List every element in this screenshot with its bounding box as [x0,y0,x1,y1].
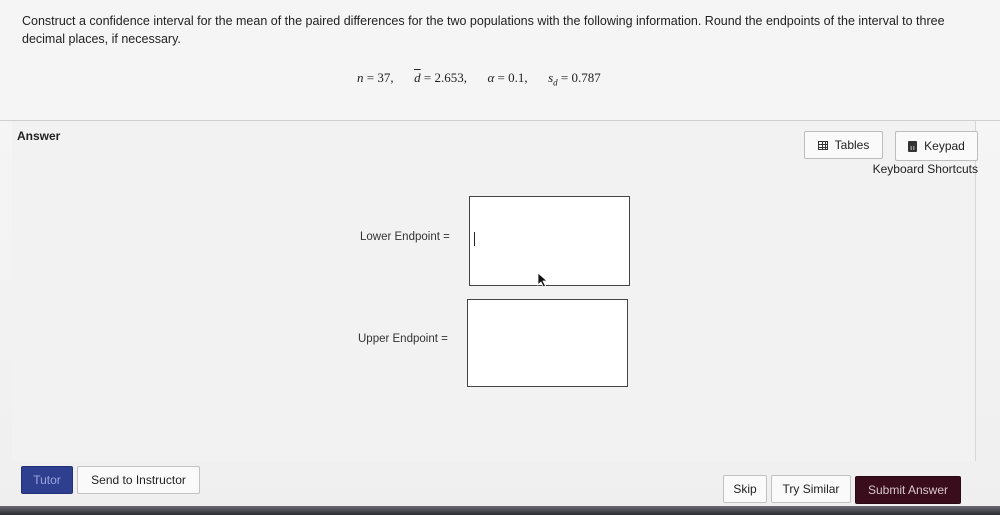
taskbar-edge [0,506,1000,515]
upper-endpoint-label: Upper Endpoint = [358,333,448,345]
n-value: 37 [377,70,391,85]
n-symbol: n [357,70,364,85]
tutor-button[interactable]: Tutor [21,466,73,494]
lower-endpoint-label: Lower Endpoint = [360,231,450,243]
alpha-symbol: α [487,70,495,85]
skip-button[interactable]: Skip [723,475,767,503]
calculator-icon [908,140,918,152]
submit-answer-button[interactable]: Submit Answer [855,476,961,504]
keypad-label: Keypad [924,139,965,153]
keyboard-shortcuts-link[interactable]: Keyboard Shortcuts [862,162,978,176]
question-panel: Construct a confidence interval for the … [0,0,1000,121]
upper-endpoint-input[interactable] [467,299,628,387]
tables-button[interactable]: Tables [804,131,883,159]
lower-endpoint-input[interactable] [469,196,630,286]
mouse-pointer-icon [537,272,549,288]
sd-value: 0.787 [571,70,601,85]
page: Construct a confidence interval for the … [0,0,1000,515]
sd-subscript: d [553,77,558,88]
question-text: Construct a confidence interval for the … [22,14,945,46]
alpha-value: 0.1 [508,70,525,85]
d-bar-value: 2.653 [434,70,464,85]
text-caret [474,232,475,246]
table-icon [817,140,828,150]
answer-panel: Answer Tables Keypad Keyboard Shortcuts … [12,121,978,461]
keypad-button[interactable]: Keypad [895,131,978,161]
d-bar-symbol: d [414,70,421,85]
send-to-instructor-button[interactable]: Send to Instructor [77,466,200,494]
try-similar-button[interactable]: Try Similar [771,475,851,503]
tables-label: Tables [834,138,870,152]
answer-heading: Answer [17,129,61,143]
given-values: n = 37, d = 2.653, α = 0.1, sd = 0.787 [357,70,601,88]
